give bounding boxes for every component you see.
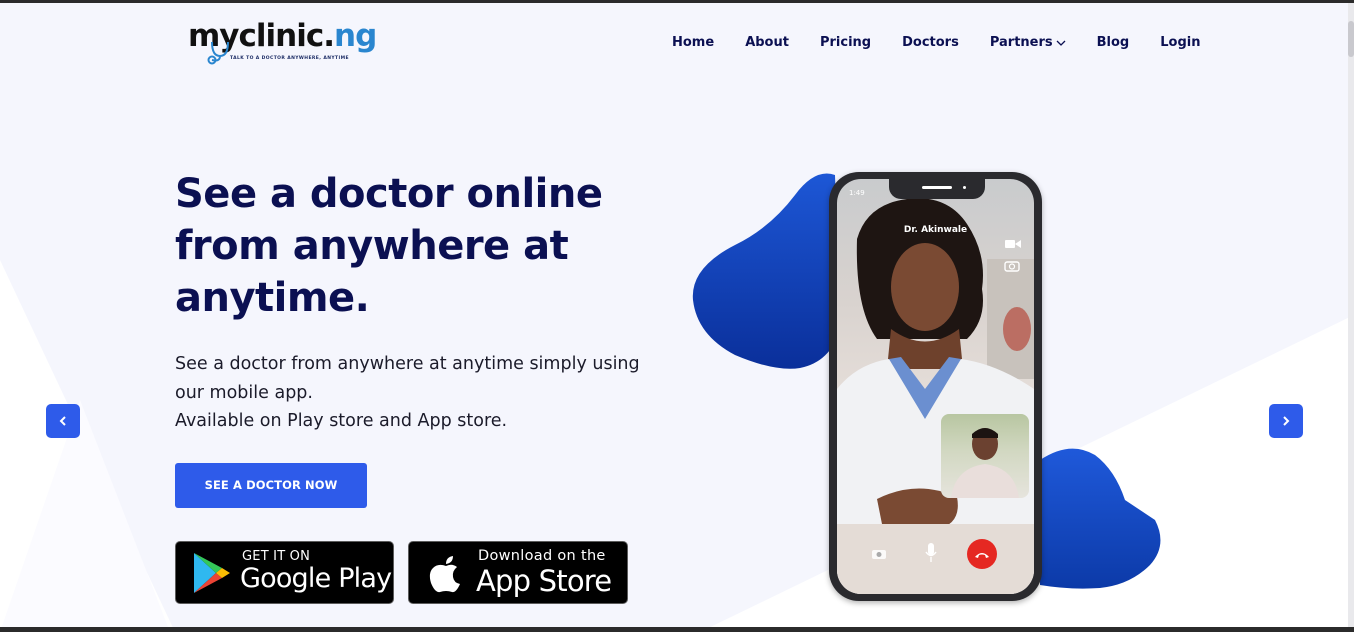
nav-pricing[interactable]: Pricing [820,34,871,52]
video-icon[interactable] [1005,239,1021,249]
hangup-icon [975,552,989,558]
nav-about[interactable]: About [745,34,789,52]
logo-tagline: TALK TO A DOCTOR ANYWHERE, ANYTIME [230,56,349,61]
hero-desc-line-3: Available on Play store and App store. [175,411,508,431]
mic-icon[interactable] [925,543,937,563]
caller-name: Dr. Akinwale [903,225,968,235]
chevron-right-icon [1283,416,1290,426]
phone-mockup: 1:49 Dr. Akinwale [829,172,1042,601]
nav-login[interactable]: Login [1160,34,1200,52]
google-play-icon [194,553,230,593]
window-bottom-edge [0,627,1354,632]
hero-desc-line-2: our mobile app. [175,382,313,403]
app-store-small-text: Download on the [478,548,606,564]
hero-desc-line-1: See a doctor from anywhere at anytime si… [175,354,640,374]
window-top-edge [0,0,1354,3]
nav-home[interactable]: Home [672,34,714,52]
switch-camera-icon[interactable] [1004,259,1020,272]
scrollbar[interactable] [1348,3,1354,627]
video-call-screen: 1:49 Dr. Akinwale [837,179,1034,594]
apple-icon [429,556,460,593]
camera-icon[interactable] [871,547,887,560]
carousel-next-button[interactable] [1269,404,1303,438]
see-doctor-button[interactable]: SEE A DOCTOR NOW [175,463,367,508]
chevron-left-icon [59,416,66,426]
hangup-button[interactable] [967,539,997,569]
nav-partners-label: Partners [989,35,1053,50]
scrollbar-thumb[interactable] [1348,21,1354,57]
site-logo[interactable]: myclinic.ng TALK TO A DOCTOR ANYWHERE, A… [188,18,388,70]
self-view-pip[interactable] [941,414,1029,498]
status-time: 1:49 [849,189,865,197]
phone-notch [889,179,985,199]
hero-title: See a doctor online from anywhere at any… [175,171,603,321]
google-play-small-text: GET IT ON [242,549,311,564]
app-store-big-text: App Store [476,564,612,598]
main-nav: Home About Pricing Doctors Partners Blog… [672,34,1231,52]
hero-description: See a doctor from anywhere at anytime si… [175,350,675,436]
call-controls [837,539,1034,579]
nav-partners[interactable]: Partners [990,34,1066,52]
patient-video-feed [951,428,1019,498]
app-store-badge[interactable]: Download on the App Store [408,541,628,604]
nav-blog[interactable]: Blog [1097,34,1130,52]
google-play-big-text: Google Play [240,563,392,594]
carousel-prev-button[interactable] [46,404,80,438]
stethoscope-icon [207,41,229,65]
nav-doctors[interactable]: Doctors [902,34,959,52]
google-play-badge[interactable]: GET IT ON Google Play [175,541,394,604]
chevron-down-icon [1056,40,1066,46]
